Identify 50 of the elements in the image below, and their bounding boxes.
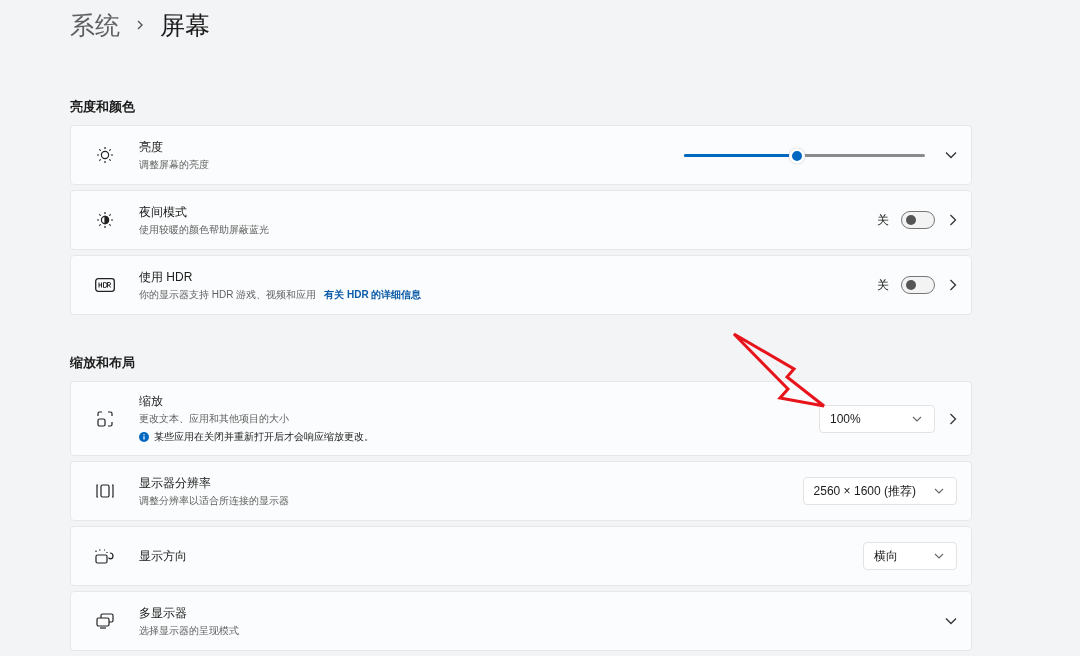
row-title: 缩放 [139,393,164,410]
info-note: 某些应用在关闭并重新打开后才会响应缩放更改。 [154,430,374,444]
sun-icon [96,211,114,229]
row-title: 多显示器 [139,604,188,622]
toggle-switch[interactable] [901,211,935,229]
row-title: 显示器分辨率 [139,474,212,492]
chevron-right-icon[interactable] [949,279,957,291]
section-heading: 缩放和布局 [70,354,136,372]
toggle-state-label: 关 [877,276,889,294]
chevron-right-icon[interactable] [949,214,957,226]
resolution-icon [95,483,115,499]
breadcrumb-parent[interactable]: 系统 [70,8,120,42]
rotate-screen-icon [95,548,115,564]
row-title: 使用 HDR [139,268,194,286]
section-heading: 亮度和颜色 [70,98,136,116]
settings-row[interactable]: 缩放 更改文本、应用和其他项目的大小 某些应用在关闭并重新打开后才会响应缩放更改。 100% [70,381,972,456]
hdr-icon [95,278,115,292]
chevron-right-icon [136,19,144,31]
settings-row[interactable]: 显示方向 横向 [70,526,972,586]
settings-row[interactable]: 亮度 调整屏幕的亮度 [70,125,972,185]
chevron-down-icon [912,415,922,422]
sun-icon [96,146,114,164]
row-description: 更改文本、应用和其他项目的大小 [139,412,289,426]
dropdown[interactable]: 2560 × 1600 (推荐) [802,477,957,505]
row-description: 调整分辨率以适合所连接的显示器 [139,493,289,508]
info-icon [139,432,149,442]
row-description: 调整屏幕的亮度 [139,157,209,172]
toggle-switch[interactable] [901,276,935,294]
chevron-down-icon[interactable] [945,617,957,625]
settings-row[interactable]: 使用 HDR 你的显示器支持 HDR 游戏、视频和应用 有关 HDR 的详细信息 关 [70,255,972,315]
settings-row[interactable]: 夜间模式 使用较暖的颜色帮助屏蔽蓝光 关 [70,190,972,250]
row-title: 夜间模式 [139,203,188,221]
monitors-icon [95,613,115,629]
toggle-state-label: 关 [877,211,889,229]
chevron-down-icon[interactable] [945,151,957,159]
dropdown[interactable]: 横向 [863,542,957,570]
dropdown[interactable]: 100% [819,404,935,433]
row-description: 选择显示器的呈现模式 [139,623,239,638]
chevron-down-icon [934,553,944,559]
chevron-down-icon [934,488,944,494]
settings-row[interactable]: 显示器分辨率 调整分辨率以适合所连接的显示器 2560 × 1600 (推荐) [70,461,972,521]
row-title: 亮度 [139,138,164,156]
details-link[interactable]: 有关 HDR 的详细信息 [324,287,422,302]
row-description: 使用较暖的颜色帮助屏蔽蓝光 [139,222,269,237]
chevron-right-icon[interactable] [949,412,957,425]
scale-icon [96,409,114,428]
row-description: 你的显示器支持 HDR 游戏、视频和应用 [139,287,317,302]
row-title: 显示方向 [139,547,188,565]
page-title: 屏幕 [160,9,210,41]
settings-row[interactable]: 多显示器 选择显示器的呈现模式 [70,591,972,651]
